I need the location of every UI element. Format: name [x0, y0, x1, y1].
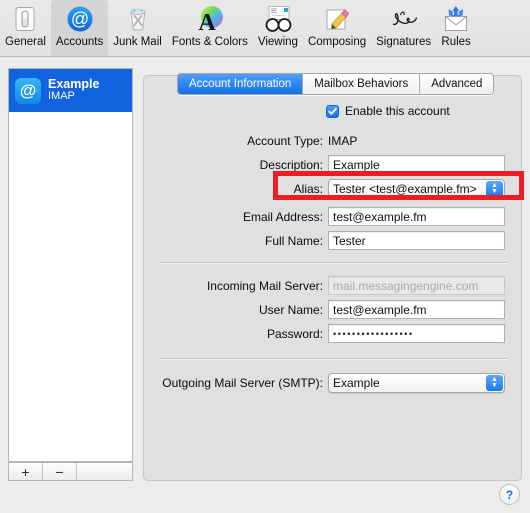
toolbar-item-label: General	[5, 36, 46, 48]
account-type-row: Account Type: IMAP	[160, 131, 507, 150]
at-sign-icon: @	[65, 4, 95, 34]
tab-advanced[interactable]: Advanced	[420, 74, 494, 94]
full-name-label: Full Name:	[264, 233, 323, 248]
toolbar-item-fonts-colors[interactable]: A Fonts & Colors	[167, 0, 253, 56]
outgoing-mail-server-label: Outgoing Mail Server (SMTP):	[162, 376, 323, 390]
toolbar-item-label: Composing	[307, 36, 367, 48]
toolbar-item-rules[interactable]: Rules	[436, 0, 476, 56]
toolbar-item-viewing[interactable]: Viewing	[253, 0, 303, 56]
tab-account-information[interactable]: Account Information	[178, 74, 304, 94]
general-switch-icon	[10, 4, 40, 34]
incoming-mail-server-label: Incoming Mail Server:	[206, 278, 323, 293]
description-row: Description: Example	[160, 155, 507, 174]
full-name-input[interactable]: Tester	[328, 231, 505, 250]
toolbar-item-label: Accounts	[55, 36, 104, 48]
outgoing-mail-server-value: Example	[333, 376, 380, 390]
alias-label: Alias:	[293, 182, 323, 196]
account-at-icon: @	[15, 77, 41, 104]
pencil-paper-icon	[322, 4, 352, 34]
account-type-label: Account Type:	[247, 133, 323, 148]
tab-mailbox-behaviors[interactable]: Mailbox Behaviors	[303, 74, 421, 94]
toolbar-item-label: Rules	[441, 36, 471, 48]
password-label: Password:	[266, 326, 323, 341]
remove-account-button[interactable]: −	[43, 463, 77, 480]
user-name-label: User Name:	[258, 302, 323, 317]
account-type-value: IMAP	[328, 133, 358, 148]
toolbar: General @ Accounts Junk Mail A Fonts & C…	[0, 0, 530, 57]
email-address-row: Email Address: test@example.fm	[160, 207, 507, 226]
settings-tabs: Account Information Mailbox Behaviors Ad…	[177, 73, 495, 95]
toolbar-item-label: Signatures	[376, 36, 432, 48]
account-list-item-example[interactable]: @ Example IMAP	[9, 69, 132, 112]
alias-row: Alias: Tester <test@example.fm> ▲ ▼	[160, 179, 507, 199]
toolbar-item-accounts[interactable]: @ Accounts	[50, 0, 109, 56]
help-button[interactable]: ?	[499, 484, 520, 505]
incoming-mail-server-row: Incoming Mail Server: mail.messagingengi…	[160, 276, 507, 295]
incoming-mail-server-input[interactable]: mail.messagingengine.com	[328, 276, 505, 295]
font-color-wheel-icon: A	[195, 4, 225, 34]
accounts-list-toolbar: + −	[8, 462, 133, 481]
section-divider-2	[160, 358, 507, 360]
account-type-label: IMAP	[48, 90, 75, 103]
preferences-window: General @ Accounts Junk Mail A Fonts & C…	[0, 0, 530, 513]
svg-text:A: A	[198, 10, 216, 33]
chevron-updown-icon: ▲ ▼	[486, 375, 503, 391]
add-account-button[interactable]: +	[9, 463, 43, 480]
password-input[interactable]: •••••••••••••••••	[333, 329, 414, 339]
description-input[interactable]: Example	[328, 155, 505, 174]
email-address-label: Email Address:	[242, 209, 323, 224]
toolbar-item-label: Junk Mail	[113, 36, 162, 48]
signature-icon	[389, 4, 419, 34]
accounts-toolbar-spacer	[77, 463, 132, 480]
outgoing-mail-server-popup-button[interactable]: Example ▲ ▼	[328, 373, 505, 393]
glasses-icon	[263, 4, 293, 34]
alias-popup-button[interactable]: Tester <test@example.fm> ▲ ▼	[328, 179, 505, 199]
toolbar-item-general[interactable]: General	[0, 0, 51, 56]
accounts-list[interactable]: @ Example IMAP	[8, 68, 133, 462]
svg-text:@: @	[70, 9, 88, 29]
account-settings-panel: Enable this account Account Type: IMAP D…	[143, 75, 522, 481]
full-name-row: Full Name: Tester	[160, 231, 507, 250]
enable-account-row[interactable]: Enable this account	[326, 104, 450, 118]
email-address-input[interactable]: test@example.fm	[328, 207, 505, 226]
user-name-input[interactable]: test@example.fm	[328, 300, 505, 319]
enable-account-checkbox[interactable]	[326, 104, 339, 118]
user-name-row: User Name: test@example.fm	[160, 300, 507, 319]
chevron-updown-icon: ▲ ▼	[486, 181, 503, 197]
envelope-arrows-icon	[441, 4, 471, 34]
toolbar-item-composing[interactable]: Composing	[303, 0, 371, 56]
section-divider-1	[160, 262, 507, 264]
toolbar-item-junk-mail[interactable]: Junk Mail	[108, 0, 167, 56]
alias-value: Tester <test@example.fm>	[333, 182, 477, 196]
trash-x-icon	[123, 4, 153, 34]
toolbar-item-signatures[interactable]: Signatures	[371, 0, 436, 56]
toolbar-item-label: Fonts & Colors	[171, 36, 248, 48]
description-label: Description:	[259, 157, 323, 172]
toolbar-item-label: Viewing	[257, 36, 298, 48]
outgoing-mail-server-row: Outgoing Mail Server (SMTP): Example ▲ ▼	[150, 373, 507, 393]
enable-account-label: Enable this account	[345, 104, 450, 118]
password-row: Password: •••••••••••••••••	[160, 324, 507, 343]
